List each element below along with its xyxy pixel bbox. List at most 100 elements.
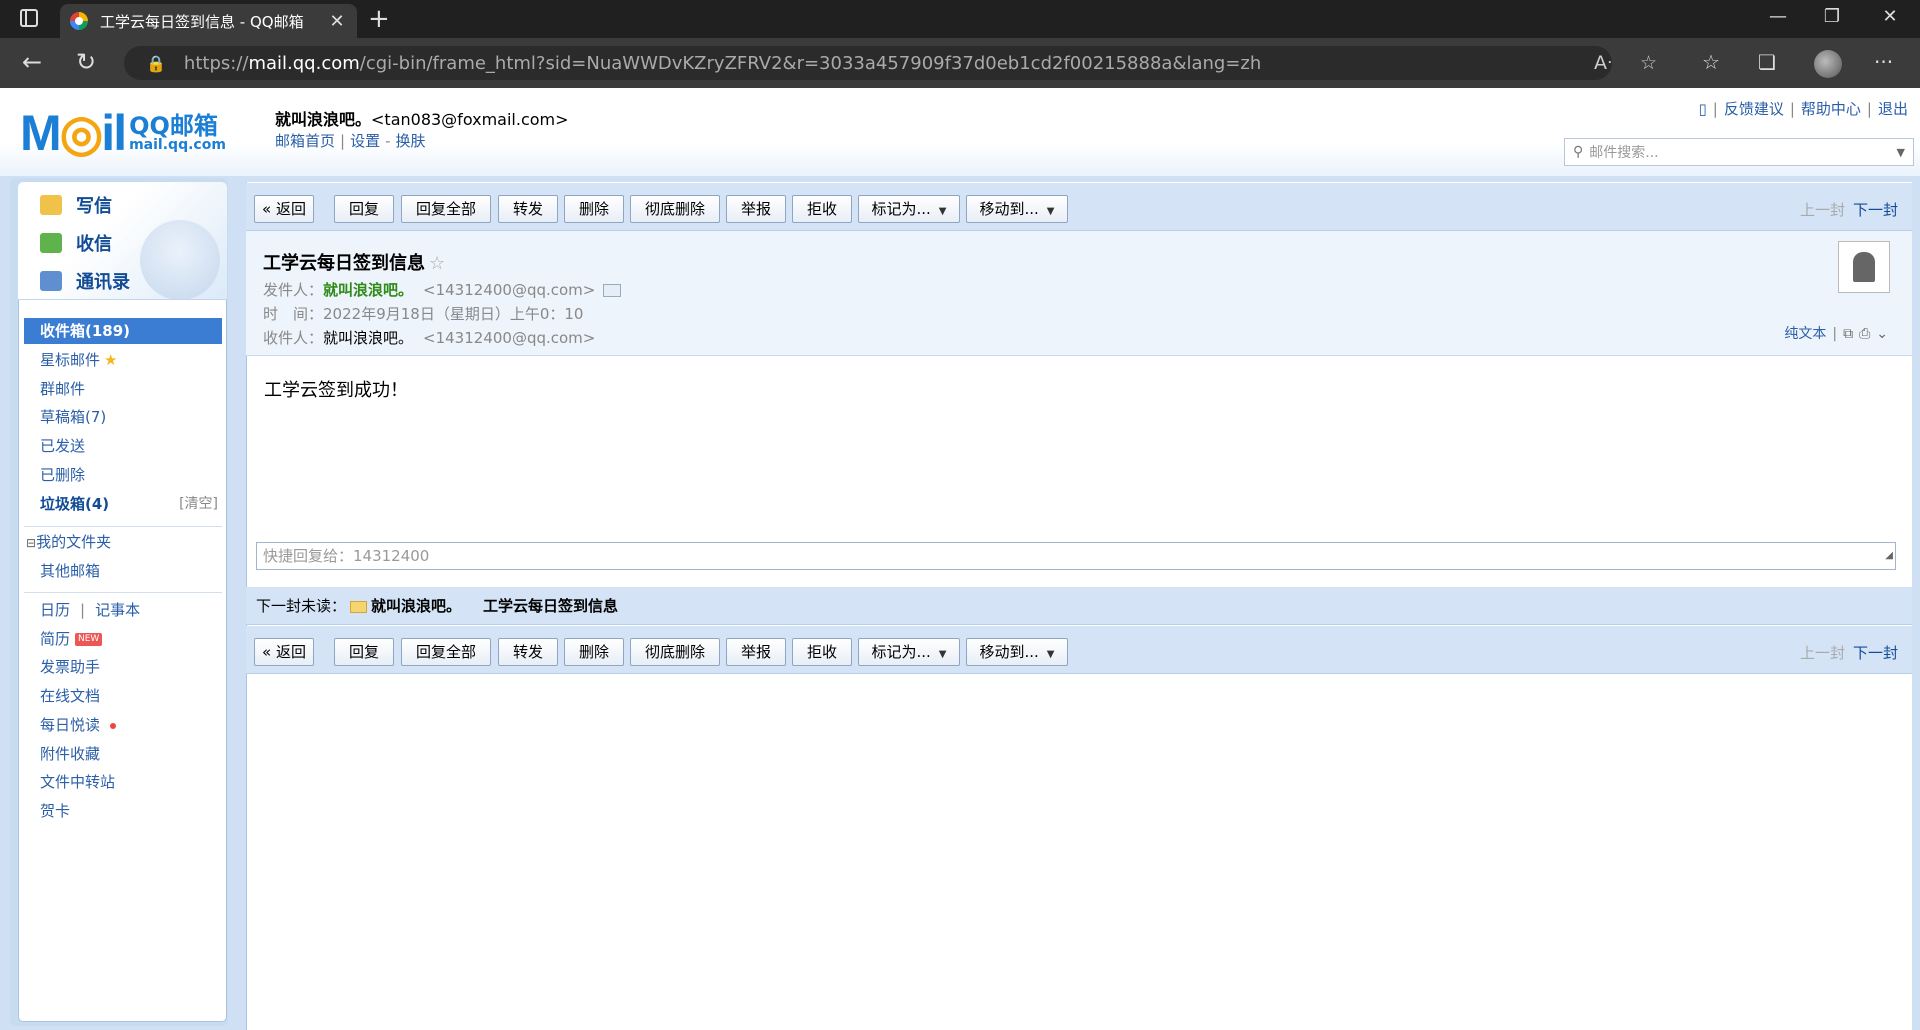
sidebar-item-starred[interactable]: 星标邮件 ★	[24, 347, 222, 373]
mark-as-dropdown[interactable]: 标记为... ▼	[858, 638, 960, 666]
recipient-name[interactable]: 就叫浪浪吧。	[323, 329, 413, 347]
mark-as-dropdown[interactable]: 标记为... ▼	[858, 195, 960, 223]
dropdown-arrow-icon: ▼	[1046, 206, 1055, 217]
email-subject: 工学云每日签到信息 ☆	[263, 253, 446, 274]
sidebar-item-invoice[interactable]: 发票助手	[24, 654, 222, 680]
delete-permanently-button[interactable]: 彻底删除	[630, 638, 720, 666]
quick-reply-input[interactable]: 快捷回复给：14312400 ◢	[256, 542, 1896, 570]
clear-spam-link[interactable]: [清空]	[179, 491, 218, 517]
next-link[interactable]: 下一封	[1853, 201, 1898, 219]
favorites-icon[interactable]: ☆	[1702, 50, 1720, 74]
sidebar-item-drafts[interactable]: 草稿箱(7)	[24, 404, 222, 430]
reject-button[interactable]: 拒收	[792, 638, 852, 666]
sidebar-item-group[interactable]: 群邮件	[24, 376, 222, 402]
url-field[interactable]: 🔒 https://mail.qq.com/cgi-bin/frame_html…	[124, 46, 1657, 80]
sidebar-item-resume[interactable]: 简历 NEW	[24, 626, 222, 652]
contacts-button[interactable]: 通讯录	[40, 268, 130, 294]
browser-tab-bar: 工学云每日签到信息 - QQ邮箱 ✕ + — ❐ ✕	[0, 0, 1920, 38]
move-to-dropdown[interactable]: 移动到... ▼	[966, 638, 1068, 666]
top-links: ▯ | 反馈建议 | 帮助中心 | 退出	[1698, 100, 1909, 118]
compose-icon	[40, 195, 62, 215]
new-tab-icon[interactable]: +	[368, 4, 390, 34]
delete-permanently-button[interactable]: 彻底删除	[630, 195, 720, 223]
report-button[interactable]: 举报	[726, 638, 786, 666]
next-unread-sender[interactable]: 就叫浪浪吧。	[371, 597, 461, 615]
expand-more-icon[interactable]: ⌄	[1876, 326, 1888, 342]
reply-all-button[interactable]: 回复全部	[401, 195, 491, 223]
logout-link[interactable]: 退出	[1878, 100, 1908, 118]
user-email: <tan083@foxmail.com>	[371, 110, 569, 129]
plain-text-link[interactable]: 纯文本	[1784, 326, 1826, 342]
bottom-toolbar: « 返回 回复 回复全部 转发 删除 彻底删除 举报 拒收 标记为... ▼ 移动…	[246, 626, 1912, 674]
sidebar-item-spam[interactable]: 垃圾箱(4) [清空]	[24, 491, 222, 517]
back-button[interactable]: « 返回	[254, 195, 314, 223]
profile-avatar[interactable]	[1814, 50, 1842, 78]
mobile-icon[interactable]: ▯	[1699, 100, 1707, 118]
to-row: 收件人：就叫浪浪吧。 <14312400@qq.com>	[263, 329, 596, 347]
sidebar-item-docs[interactable]: 在线文档	[24, 683, 222, 709]
star-toggle-icon[interactable]: ☆	[429, 253, 445, 274]
maximize-icon[interactable]: ❐	[1812, 6, 1852, 27]
reply-button[interactable]: 回复	[334, 638, 394, 666]
search-dropdown-icon[interactable]: ▼	[1897, 146, 1905, 159]
receive-button[interactable]: 收信	[40, 230, 112, 256]
logo-text: QQ邮箱	[129, 112, 218, 140]
email-body: 工学云签到成功！	[264, 380, 408, 401]
collections-icon[interactable]: ❏	[1758, 50, 1776, 74]
forward-button[interactable]: 转发	[498, 195, 558, 223]
print-icon[interactable]: ⎙	[1859, 326, 1870, 342]
contact-card-icon[interactable]	[603, 284, 622, 297]
sidebar-item-other-mail[interactable]: 其他邮箱	[24, 558, 222, 584]
compose-button[interactable]: 写信	[40, 192, 112, 218]
tab-title: 工学云每日签到信息 - QQ邮箱	[100, 12, 304, 31]
mail-home-link[interactable]: 邮箱首页	[275, 132, 335, 150]
sidebar-item-daily[interactable]: 每日悦读	[24, 712, 222, 738]
delete-button[interactable]: 删除	[564, 638, 624, 666]
move-to-dropdown[interactable]: 移动到... ▼	[966, 195, 1068, 223]
more-menu-icon[interactable]: ···	[1874, 50, 1893, 74]
mail-search-input[interactable]: ⚲ 邮件搜索... ▼	[1564, 138, 1914, 166]
back-arrow-icon[interactable]: ←	[22, 48, 42, 76]
sidebar-item-cards[interactable]: 贺卡	[24, 798, 222, 824]
next-link[interactable]: 下一封	[1853, 644, 1898, 662]
report-button[interactable]: 举报	[726, 195, 786, 223]
resize-handle-icon[interactable]: ◢	[1885, 543, 1893, 569]
delete-button[interactable]: 删除	[564, 195, 624, 223]
back-button[interactable]: « 返回	[254, 638, 314, 666]
close-tab-icon[interactable]: ✕	[327, 11, 347, 32]
refresh-icon[interactable]: ↻	[76, 48, 96, 76]
settings-link[interactable]: 设置	[350, 132, 380, 150]
expand-icon[interactable]: ⊟	[26, 536, 36, 550]
minimize-icon[interactable]: —	[1758, 6, 1798, 27]
notebook-link[interactable]: 记事本	[95, 601, 140, 619]
help-link[interactable]: 帮助中心	[1801, 100, 1861, 118]
mail-header: M◎il QQ邮箱 mail.qq.com 就叫浪浪吧。<tan083@foxm…	[0, 88, 1920, 180]
browser-address-bar: ← ↻ 🔒 https://mail.qq.com/cgi-bin/frame_…	[0, 38, 1920, 88]
close-window-icon[interactable]: ✕	[1870, 6, 1910, 27]
reply-button[interactable]: 回复	[334, 195, 394, 223]
reject-button[interactable]: 拒收	[792, 195, 852, 223]
sidebar-item-sent[interactable]: 已发送	[24, 433, 222, 459]
sidebar-item-transfer[interactable]: 文件中转站	[24, 769, 222, 795]
sidebar-item-deleted[interactable]: 已删除	[24, 462, 222, 488]
sidebar-item-attachments[interactable]: 附件收藏	[24, 741, 222, 767]
sidebar-item-inbox[interactable]: 收件箱(189)	[24, 318, 222, 344]
sender-avatar[interactable]	[1838, 241, 1890, 293]
skin-link[interactable]: 换肤	[396, 132, 426, 150]
dropdown-arrow-icon: ▼	[938, 649, 947, 660]
qq-mail-logo[interactable]: M◎il QQ邮箱 mail.qq.com	[20, 104, 226, 162]
feedback-link[interactable]: 反馈建议	[1724, 100, 1784, 118]
sidebar-item-my-folders[interactable]: ⊟我的文件夹	[24, 529, 222, 555]
calendar-link[interactable]: 日历	[40, 601, 70, 619]
time-row: 时 间：2022年9月18日（星期日）上午0：10	[263, 305, 584, 323]
reply-all-button[interactable]: 回复全部	[401, 638, 491, 666]
forward-button[interactable]: 转发	[498, 638, 558, 666]
sender-name[interactable]: 就叫浪浪吧。	[323, 281, 413, 299]
new-window-icon[interactable]: ⧉	[1843, 326, 1853, 342]
tab-actions-icon[interactable]	[20, 9, 38, 27]
add-favorite-icon[interactable]: ☆	[1640, 52, 1657, 74]
next-unread-subject[interactable]: 工学云每日签到信息	[483, 597, 618, 615]
user-info: 就叫浪浪吧。<tan083@foxmail.com>	[275, 106, 569, 130]
read-aloud-icon[interactable]: Aᐧ	[1594, 52, 1612, 74]
browser-tab[interactable]: 工学云每日签到信息 - QQ邮箱 ✕	[60, 4, 357, 38]
